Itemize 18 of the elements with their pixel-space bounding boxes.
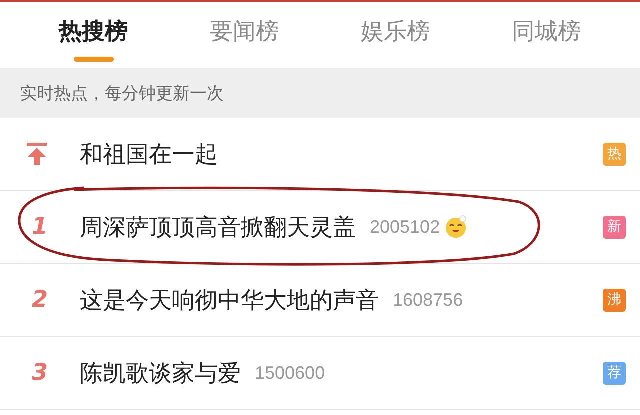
rank-number: 2 — [32, 287, 48, 313]
status-badge: 沸 — [603, 288, 626, 312]
search-count: 2005102 — [370, 216, 440, 238]
status-badge: 荐 — [603, 362, 626, 384]
update-notice: 实时热点，每分钟更新一次 — [20, 82, 224, 104]
rank-number: 1 — [32, 214, 48, 240]
search-count: 1500600 — [255, 362, 326, 384]
tab[interactable]: 热搜榜 — [18, 2, 169, 68]
active-tab-indicator — [74, 57, 114, 62]
topic-title[interactable]: 周深萨顶顶高音掀翻天灵盖 — [80, 212, 356, 242]
status-badge: 热 — [603, 142, 626, 166]
rank-number: 3 — [32, 360, 48, 386]
topic-title[interactable]: 和祖国在一起 — [80, 138, 218, 170]
topic-title[interactable]: 这是今天响彻中华大地的声音 — [80, 284, 379, 316]
search-count: 1608756 — [393, 290, 464, 310]
pin-top-icon — [26, 142, 48, 166]
topic-title[interactable]: 陈凯歌谈家与爱 — [80, 358, 241, 388]
status-badge: 新 — [603, 216, 626, 238]
